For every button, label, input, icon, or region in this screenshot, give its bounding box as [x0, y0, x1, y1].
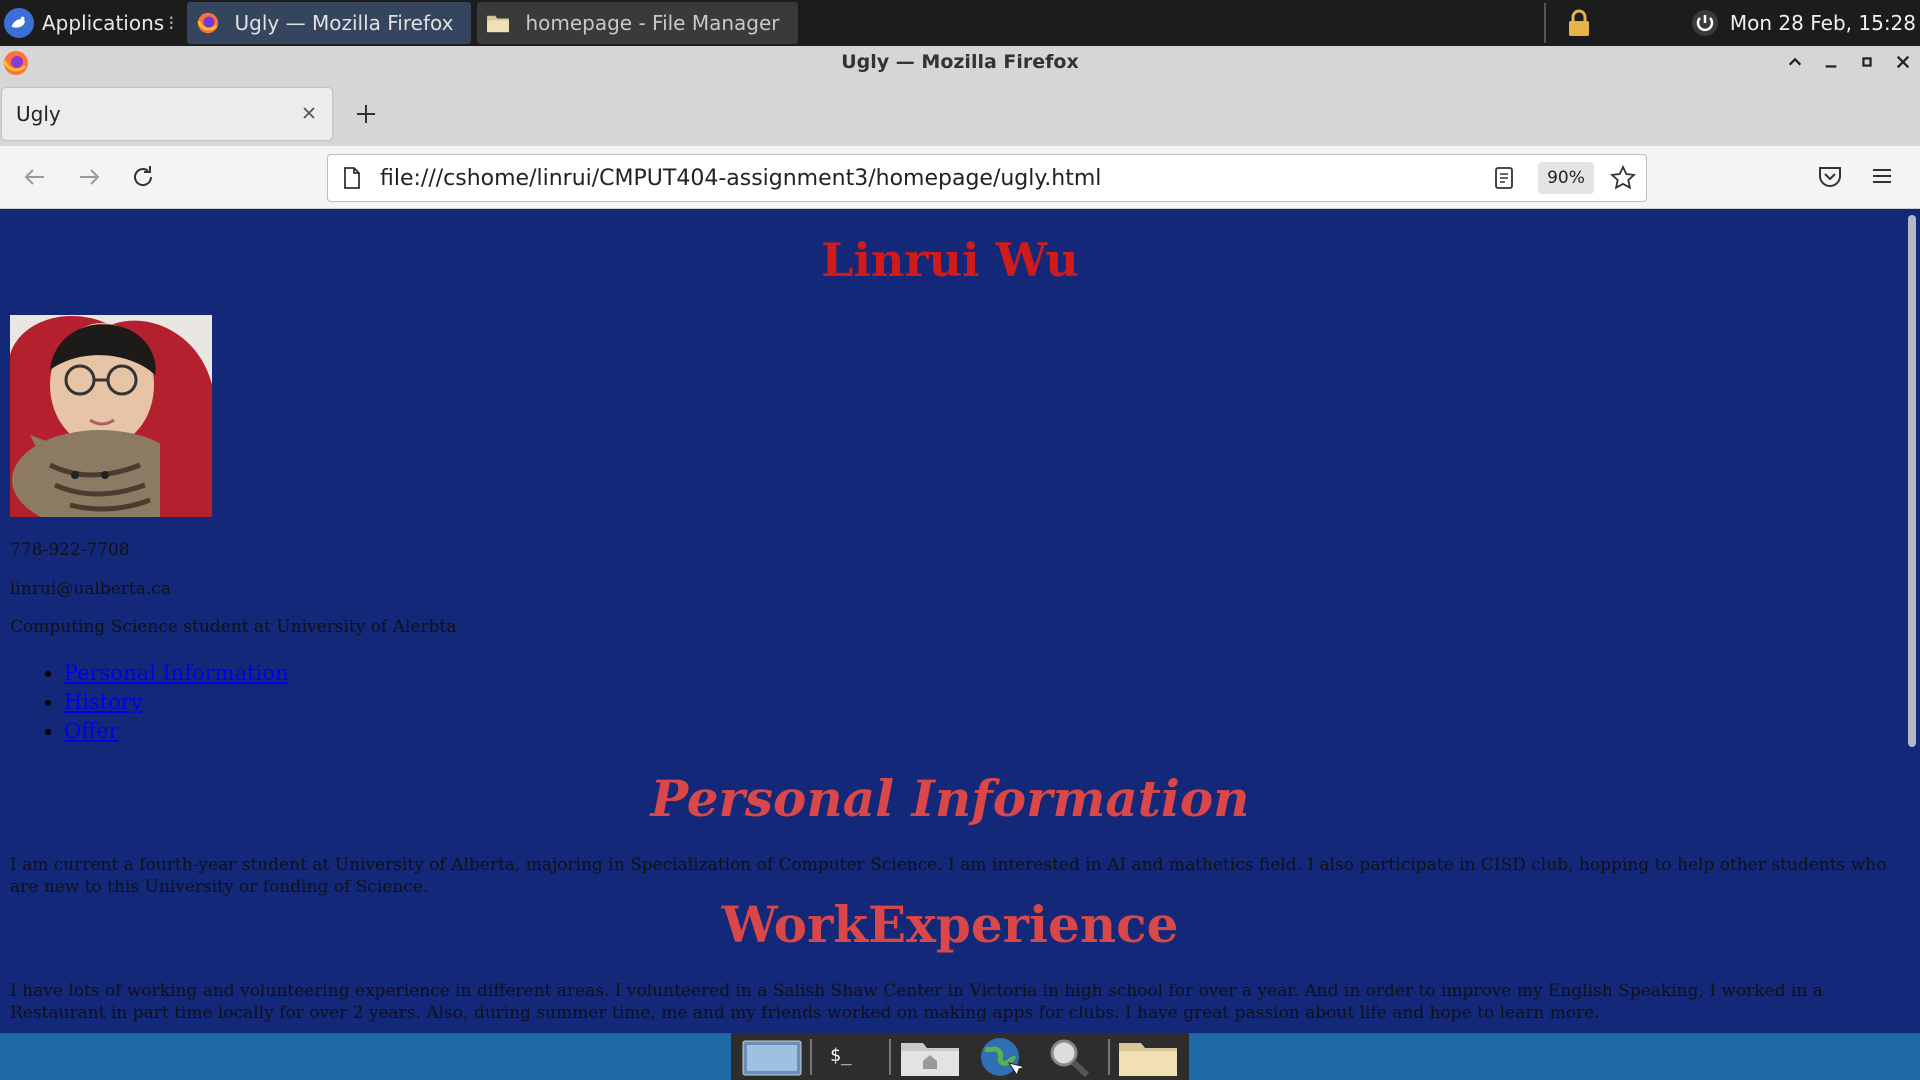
folder-icon[interactable]: [1117, 1037, 1179, 1077]
page-viewport[interactable]: Linrui Wu 778-922-7708 linrui@ualberta.c…: [0, 209, 1920, 1033]
web-browser-icon[interactable]: [969, 1037, 1031, 1077]
history-link[interactable]: History: [64, 690, 143, 714]
list-item: Offer: [64, 719, 289, 743]
search-icon[interactable]: [1038, 1037, 1100, 1077]
dock-separator: [810, 1038, 813, 1075]
lock-screen-icon[interactable]: [1564, 8, 1594, 38]
list-item: History: [64, 690, 289, 714]
page-icon: [340, 166, 364, 190]
top-panel: Applications ⁝ Ugly — Mozilla Firefox ho…: [0, 0, 1920, 46]
navigation-toolbar: file:///cshome/linrui/CMPUT404-assignmen…: [0, 146, 1920, 209]
reader-view-icon[interactable]: [1492, 166, 1516, 190]
profile-photo: [10, 315, 212, 517]
terminal-icon[interactable]: $_: [820, 1037, 882, 1077]
url-text[interactable]: file:///cshome/linrui/CMPUT404-assignmen…: [380, 166, 1101, 191]
hamburger-menu-icon[interactable]: [1868, 162, 1896, 190]
tab-ugly[interactable]: Ugly: [2, 88, 332, 140]
xfce-logo-icon: [4, 8, 34, 38]
dock-separator: [889, 1038, 892, 1075]
close-tab-icon[interactable]: [298, 102, 320, 124]
bookmark-star-icon[interactable]: [1609, 164, 1637, 191]
clock[interactable]: Mon 28 Feb, 15:28: [1730, 11, 1916, 35]
panel-grip-icon: ⁝: [168, 11, 175, 35]
taskbar-item-label: Ugly — Mozilla Firefox: [234, 11, 454, 35]
power-icon[interactable]: [1690, 8, 1720, 38]
minimize-window-icon[interactable]: [1822, 53, 1840, 71]
tab-title: Ugly: [16, 102, 61, 126]
zoom-indicator-button[interactable]: 90%: [1538, 162, 1594, 194]
close-window-icon[interactable]: [1894, 53, 1912, 71]
panel-separator: [1543, 3, 1546, 43]
dock-separator: [1107, 1038, 1110, 1075]
offer-link[interactable]: Offer: [64, 719, 119, 743]
pocket-icon[interactable]: [1816, 162, 1844, 190]
firefox-icon: [195, 10, 221, 36]
bottom-dock: $_: [731, 1033, 1189, 1080]
tab-bar: Ugly: [0, 78, 1920, 146]
window-title: Ugly — Mozilla Firefox: [841, 51, 1079, 73]
personal-information-link[interactable]: Personal Information: [64, 661, 289, 685]
tagline: Computing Science student at University …: [10, 617, 457, 637]
window-titlebar[interactable]: Ugly — Mozilla Firefox: [0, 46, 1920, 78]
back-icon[interactable]: [20, 162, 50, 192]
maximize-window-icon[interactable]: [1858, 53, 1876, 71]
applications-menu-button[interactable]: Applications ⁝: [0, 0, 181, 46]
taskbar-item-firefox[interactable]: Ugly — Mozilla Firefox: [186, 2, 472, 44]
forward-icon[interactable]: [74, 162, 104, 192]
section-nav-list: Personal Information History Offer: [42, 661, 289, 748]
home-folder-icon[interactable]: [899, 1037, 961, 1077]
applications-label: Applications: [42, 11, 165, 35]
section-heading-personal-information: Personal Information: [650, 769, 1250, 828]
reload-icon[interactable]: [128, 162, 158, 192]
url-bar[interactable]: file:///cshome/linrui/CMPUT404-assignmen…: [327, 154, 1647, 202]
vertical-scrollbar[interactable]: [1908, 215, 1916, 747]
desktop-icon[interactable]: [741, 1037, 803, 1077]
firefox-icon: [2, 49, 30, 77]
page-title: Linrui Wu: [821, 233, 1079, 287]
section-heading-work-experience: WorkExperience: [721, 895, 1179, 954]
new-tab-icon[interactable]: [352, 100, 380, 128]
svg-text:$_: $_: [830, 1045, 852, 1066]
work-experience-text: I have lots of working and volunteering …: [10, 981, 1823, 1023]
taskbar-item-label: homepage - File Manager: [525, 11, 780, 35]
folder-icon: [485, 10, 511, 36]
taskbar-item-file-manager[interactable]: homepage - File Manager: [477, 2, 798, 44]
list-item: Personal Information: [64, 661, 289, 685]
personal-information-text: I am current a fourth-year student at Un…: [10, 855, 1887, 897]
phone-number: 778-922-7708: [10, 540, 130, 560]
shade-window-icon[interactable]: [1786, 53, 1804, 71]
email-address: linrui@ualberta.ca: [10, 579, 171, 599]
